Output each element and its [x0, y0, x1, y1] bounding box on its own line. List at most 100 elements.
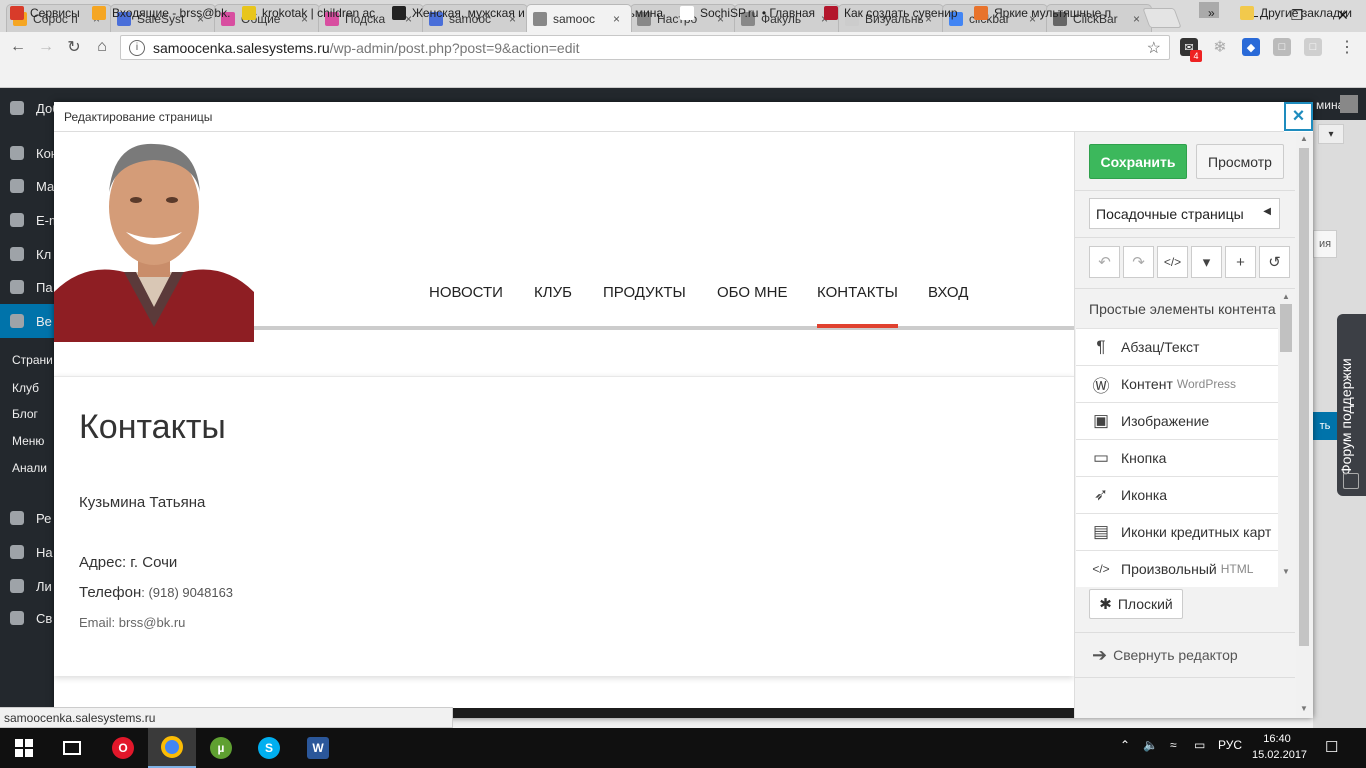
wp-menu-item[interactable]: Кл	[36, 244, 54, 264]
language-indicator[interactable]: РУС	[1218, 738, 1242, 752]
panel-scroll-down-icon[interactable]: ▼	[1300, 704, 1308, 713]
forward-icon[interactable]: →	[35, 36, 57, 58]
bookmark-item[interactable]: Как создать сувенир	[824, 5, 958, 21]
content-element-label: Абзац/Текст	[1121, 339, 1200, 355]
plus-icon[interactable]: +	[1225, 246, 1256, 278]
site-nav-item[interactable]: КОНТАКТЫ	[817, 284, 898, 301]
wp-menu-item[interactable]: Доб	[36, 98, 54, 118]
opera-icon[interactable]: O	[99, 728, 147, 768]
word-icon[interactable]: W	[294, 728, 342, 768]
wp-menu-item[interactable]: Ре	[36, 508, 54, 528]
element-category-header[interactable]: Простые элементы контента	[1076, 291, 1278, 327]
browser-menu-icon[interactable]: ⋮	[1338, 38, 1356, 56]
image-icon: ▣	[1092, 411, 1110, 430]
phone-label: Телефон	[79, 584, 142, 601]
wp-menu-item[interactable]: Кон	[36, 143, 54, 163]
wp-partial-button[interactable]: ия	[1313, 230, 1337, 258]
wp-menu-item[interactable]: Клуб	[12, 378, 54, 398]
battery-icon[interactable]: ▭	[1194, 738, 1205, 752]
collapse-editor-label: Свернуть редактор	[1113, 647, 1238, 663]
tab-close-icon[interactable]: ×	[613, 12, 625, 26]
site-nav-item[interactable]: КЛУБ	[534, 284, 572, 301]
element-list-scroll-thumb[interactable]	[1280, 304, 1292, 352]
extension-snowflake-icon[interactable]: ❄	[1211, 38, 1229, 56]
extension-gray-icon[interactable]: □	[1304, 38, 1322, 56]
content-element-item[interactable]: </> Произвольный HTML	[1076, 550, 1278, 587]
bookmark-item[interactable]: Сервисы	[10, 5, 80, 21]
wp-menu-item[interactable]: Ма	[36, 176, 54, 196]
site-nav-item[interactable]: ПРОДУКТЫ	[603, 284, 686, 301]
browser-tab[interactable]: samooc ×	[526, 4, 632, 32]
home-icon[interactable]: ⌂	[91, 36, 113, 58]
clock[interactable]: 16:40 15.02.2017	[1252, 731, 1307, 763]
content-element-item[interactable]: Ⓦ Контент WordPress	[1076, 365, 1278, 402]
site-nav-item[interactable]: ОБО МНЕ	[717, 284, 788, 301]
bookmark-item[interactable]: Яркие мультяшные п	[974, 5, 1111, 21]
extension-box-icon[interactable]: □	[1273, 38, 1291, 56]
code-icon[interactable]: </>	[1157, 246, 1188, 278]
url-path: /wp-admin/post.php?post=9&action=edit	[329, 39, 580, 56]
divider	[1075, 632, 1295, 633]
bookmark-item[interactable]: krokotak | children ac	[242, 5, 375, 21]
screen-options-icon[interactable]: ▾	[1318, 124, 1344, 144]
content-element-item[interactable]: ▣ Изображение	[1076, 402, 1278, 439]
content-element-item[interactable]: ➶ Иконка	[1076, 476, 1278, 513]
bookmark-item[interactable]: Входящие - brss@bk.	[92, 5, 230, 21]
support-forum-label: Форум поддержки	[1338, 358, 1354, 475]
bookmarks-overflow[interactable]: »	[1208, 5, 1215, 21]
wp-update-button[interactable]: ть	[1313, 412, 1337, 440]
collapse-editor-button[interactable]: ➔ Свернуть редактор	[1092, 643, 1238, 667]
bookmark-item[interactable]: Женская, мужская и	[392, 5, 525, 21]
tab-close-icon[interactable]: ×	[1133, 12, 1145, 26]
bookmark-star-icon[interactable]: ☆	[1147, 38, 1161, 58]
history-icon[interactable]: ↺	[1259, 246, 1290, 278]
site-info-icon[interactable]: i	[129, 39, 145, 56]
save-button[interactable]: Сохранить	[1089, 144, 1187, 179]
task-view-icon[interactable]	[48, 728, 96, 768]
archive-icon[interactable]: ▾	[1191, 246, 1222, 278]
reload-icon[interactable]: ↻	[63, 36, 85, 58]
wp-menu-item[interactable]: Ли	[36, 576, 54, 596]
content-element-item[interactable]: ¶ Абзац/Текст	[1076, 328, 1278, 365]
redo-icon[interactable]: ↷	[1123, 246, 1154, 278]
site-nav-item[interactable]: ВХОД	[928, 284, 968, 301]
flat-style-button[interactable]: ✱ Плоский	[1089, 589, 1183, 619]
panel-scroll-up-icon[interactable]: ▲	[1300, 134, 1308, 143]
wp-menu-item[interactable]: Ве	[36, 311, 54, 331]
volume-icon[interactable]: 🔈	[1143, 738, 1158, 752]
wp-menu-item[interactable]: Блог	[12, 404, 54, 424]
wp-menu-item[interactable]: На	[36, 542, 54, 562]
wp-menu-item[interactable]: Меню	[12, 431, 54, 451]
panel-scroll-thumb[interactable]	[1299, 148, 1309, 646]
wp-menu-item[interactable]: Св	[36, 608, 54, 628]
content-element-item[interactable]: ▭ Кнопка	[1076, 439, 1278, 476]
windows-start-icon[interactable]	[0, 728, 48, 768]
modal-close-button[interactable]: ×	[1284, 102, 1313, 131]
network-icon[interactable]: ≈	[1170, 738, 1177, 752]
wp-menu-item[interactable]: E-m	[36, 210, 54, 230]
undo-icon[interactable]: ↶	[1089, 246, 1120, 278]
wp-menu-item[interactable]: Анали	[12, 458, 54, 478]
chrome-icon[interactable]	[148, 728, 196, 768]
bookmark-item[interactable]: SochiSP.ru • Главная	[680, 5, 815, 21]
extension-shield-icon[interactable]: ◆	[1242, 38, 1260, 56]
scroll-down-icon[interactable]: ▼	[1282, 567, 1290, 576]
notifications-icon[interactable]: ☐	[1325, 738, 1338, 756]
address-bar[interactable]: i samoocenka.salesystems.ru/wp-admin/pos…	[120, 35, 1170, 60]
wp-menu-item[interactable]: Страни	[12, 350, 54, 370]
content-element-label: Иконка	[1121, 487, 1168, 503]
utorrent-icon[interactable]: µ	[197, 728, 245, 768]
preview-button[interactable]: Просмотр	[1196, 144, 1284, 179]
site-nav-item[interactable]: НОВОСТИ	[429, 284, 503, 301]
content-element-item[interactable]: ▤ Иконки кредитных карт	[1076, 513, 1278, 550]
contact-email[interactable]: Email: brss@bk.ru	[79, 615, 185, 630]
new-tab-button[interactable]	[1142, 8, 1182, 28]
back-icon[interactable]: ←	[7, 36, 29, 58]
wp-menu-item[interactable]: Па	[36, 277, 54, 297]
other-bookmarks[interactable]: Другие закладки	[1240, 5, 1352, 21]
nav-active-indicator	[817, 324, 898, 328]
tray-chevron-icon[interactable]: ⌃	[1120, 738, 1130, 752]
scroll-up-icon[interactable]: ▲	[1282, 292, 1290, 301]
skype-icon[interactable]: S	[245, 728, 293, 768]
template-category-select[interactable]: Посадочные страницы ◀	[1089, 198, 1280, 229]
